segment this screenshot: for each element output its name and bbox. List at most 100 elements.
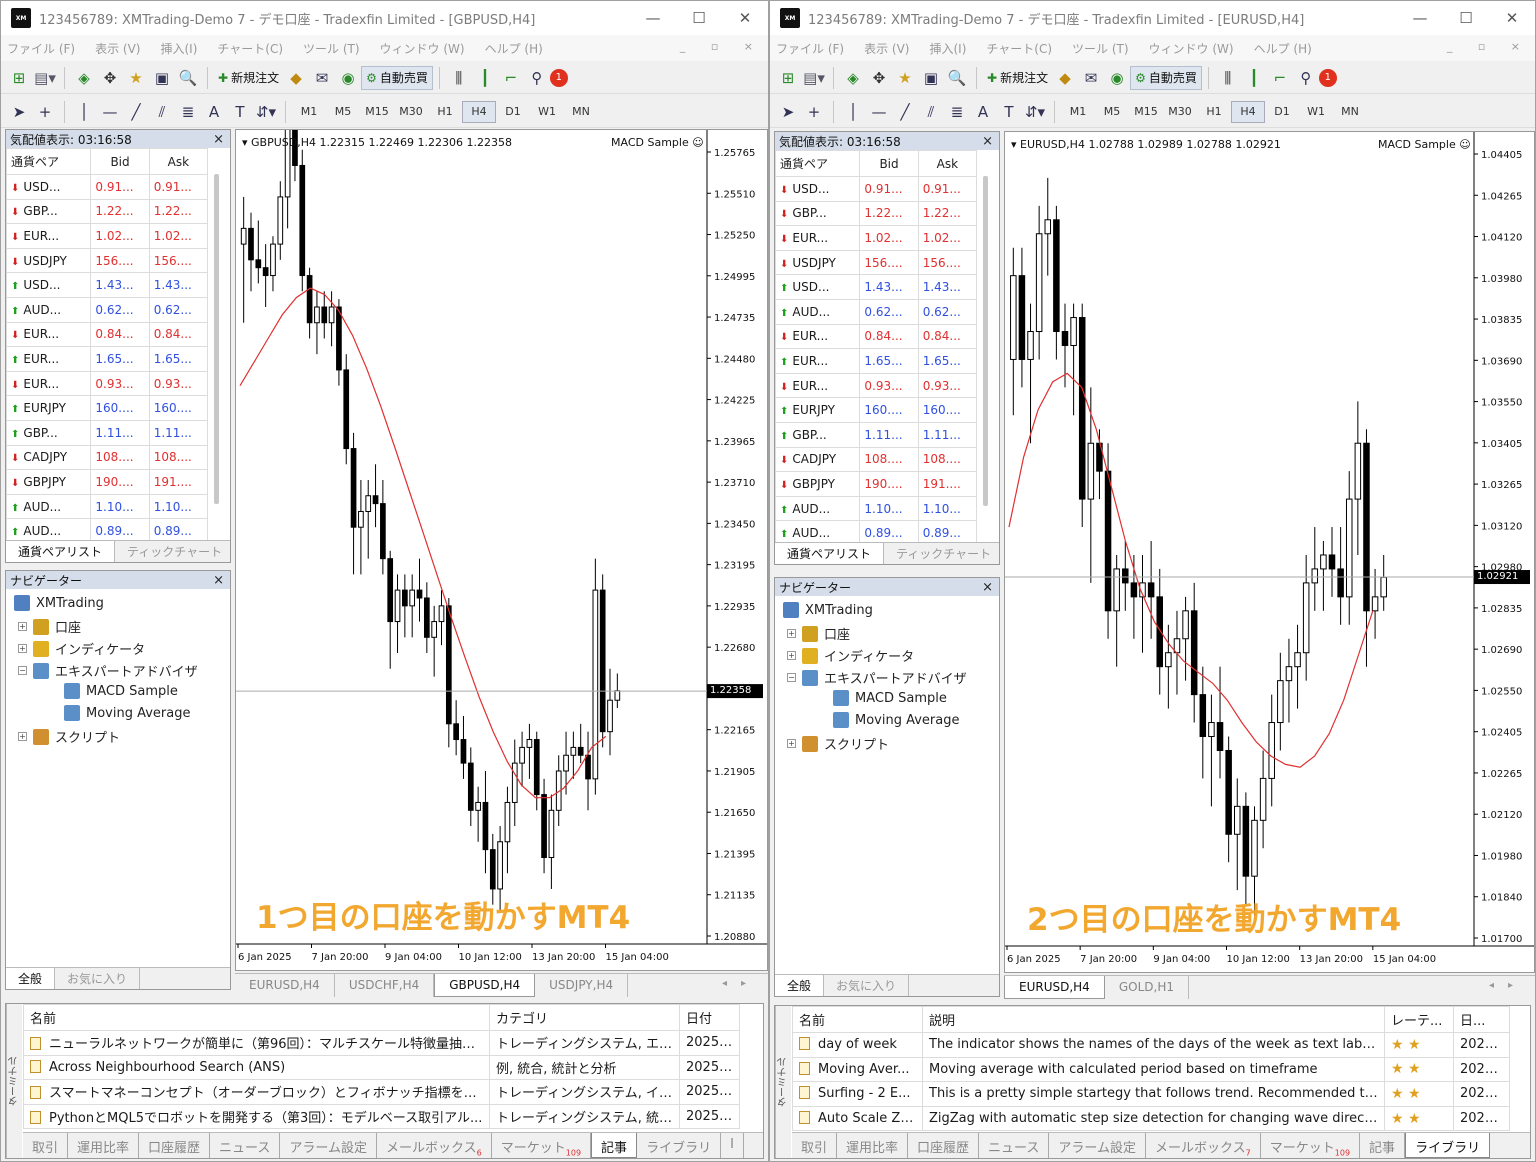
terminal-tab[interactable]: 記事 (591, 1133, 638, 1158)
cursor-icon[interactable]: ➤ (6, 100, 32, 124)
line-chart-icon[interactable]: ⌐ (1267, 66, 1293, 90)
menu-item[interactable]: ツール (T) (303, 40, 360, 57)
terminal-tab[interactable]: ニュース (979, 1133, 1050, 1158)
timeframe-m5-button[interactable]: M5 (326, 105, 360, 118)
tab-favorites[interactable]: お気に入り (55, 968, 141, 989)
terminal-tab[interactable]: 口座履歴 (139, 1133, 211, 1158)
candle-chart-icon[interactable]: ┃ (472, 66, 498, 90)
navigator-icon[interactable]: ★ (123, 66, 149, 90)
timeframe-d1-button[interactable]: D1 (496, 105, 530, 118)
table-row[interactable]: ⬇ EUR... 0.84... 0.84... (775, 323, 978, 350)
expand-icon[interactable]: + (787, 651, 796, 660)
crosshair-icon[interactable]: ✥ (97, 66, 123, 90)
label-icon[interactable]: T (996, 100, 1022, 124)
terminal-tab[interactable]: 取引 (792, 1133, 838, 1158)
table-row[interactable]: ⬆ AUD... 1.10... 1.10... (775, 495, 978, 522)
table-row[interactable]: ニューラルネットワークが簡単に（第96回）：マルチスケール特徴量抽出(... トレ… (23, 1030, 740, 1056)
terminal-tab[interactable]: ライブラリ (637, 1133, 722, 1158)
table-row[interactable]: ⬇ EUR... 0.93... 0.93... (6, 370, 209, 397)
timeframe-h1-button[interactable]: H1 (1197, 105, 1231, 118)
table-row[interactable]: ⬇ EUR... 0.93... 0.93... (775, 372, 978, 399)
menu-item[interactable]: 表示 (V) (864, 40, 909, 57)
minimize-button[interactable]: — (630, 9, 676, 27)
column-header-symbol[interactable]: 通貨ペア (6, 148, 92, 175)
tab-tick-chart[interactable]: ティックチャート (884, 543, 999, 564)
vertical-line-icon[interactable]: │ (840, 100, 866, 124)
chart-tab[interactable]: EURUSD,H4 (235, 974, 335, 997)
timeframe-m30-button[interactable]: M30 (1163, 105, 1197, 118)
tab-tick-chart[interactable]: ティックチャート (115, 541, 230, 562)
arrows-icon[interactable]: ⇵▾ (253, 100, 279, 124)
notification-badge[interactable]: 1 (1318, 68, 1337, 87)
table-row[interactable]: ⬇ GBPJPY 190.... 191.... (6, 469, 209, 495)
table-row[interactable]: ⬆ GBP... 1.11... 1.11... (775, 421, 978, 448)
mailbox-icon[interactable]: ✉ (309, 66, 335, 90)
table-row[interactable]: ⬆ AUD... 1.10... 1.10... (6, 493, 209, 520)
auto-trade-button[interactable]: ⚙ 自動売買 (361, 65, 433, 90)
timeframe-h4-button[interactable]: H4 (1231, 100, 1265, 123)
column-header[interactable]: 日... (1453, 1006, 1510, 1033)
table-row[interactable]: ⬇ GBP... 1.22... 1.22... (775, 200, 978, 227)
table-row[interactable]: ⬇ USDJPY 156.... 156.... (6, 247, 209, 274)
column-header[interactable]: 名前 (792, 1006, 923, 1033)
menu-item[interactable]: ウィンドウ (W) (1149, 40, 1234, 57)
timeframe-m5-button[interactable]: M5 (1095, 105, 1129, 118)
menu-item[interactable]: ツール (T) (1072, 40, 1129, 57)
new-chart-icon[interactable]: ⊞ (775, 66, 801, 90)
timeframe-m30-button[interactable]: M30 (394, 105, 428, 118)
new-order-button[interactable]: ✚ 新規注文 (983, 66, 1052, 90)
dropdown-arrow-icon[interactable]: ▾ (242, 136, 251, 149)
line-chart-icon[interactable]: ⌐ (498, 66, 524, 90)
bar-chart-icon[interactable]: ⫼ (1215, 66, 1241, 90)
search-icon[interactable]: ⚲ (524, 66, 550, 90)
horizontal-line-icon[interactable]: — (866, 100, 892, 124)
timeframe-d1-button[interactable]: D1 (1265, 105, 1299, 118)
terminal-tab[interactable]: 記事 (1360, 1133, 1406, 1158)
data-window-icon[interactable]: ▣ (149, 66, 175, 90)
chart-tab[interactable]: GBPUSD,H4 (434, 974, 536, 997)
strategy-tester-icon[interactable]: 🔍 (944, 66, 970, 90)
table-row[interactable]: ⬇ CADJPY 108.... 108.... (775, 446, 978, 473)
column-header-bid[interactable]: Bid (90, 148, 150, 175)
label-icon[interactable]: T (227, 100, 253, 124)
timeframe-m1-button[interactable]: M1 (1061, 105, 1095, 118)
tab-common[interactable]: 全般 (6, 968, 56, 989)
terminal-tab[interactable]: ニュース (210, 1133, 281, 1158)
column-header-ask[interactable]: Ask (148, 148, 209, 175)
close-icon[interactable]: × (213, 132, 224, 147)
expand-icon[interactable]: + (787, 629, 796, 638)
column-header-ask[interactable]: Ask (917, 150, 978, 177)
table-row[interactable]: ⬆ EURJPY 160.... 160.... (6, 395, 209, 421)
table-row[interactable]: Moving Aver... Moving average with calcul… (792, 1056, 1510, 1083)
close-icon[interactable]: × (982, 134, 993, 149)
nav-moving-average[interactable]: Moving Average (833, 712, 959, 728)
nav-accounts[interactable]: + 口座 (18, 617, 81, 636)
chart-tab-scroll[interactable]: ◂▸ (1489, 980, 1527, 991)
table-row[interactable]: Auto Scale Zi... ZigZag with automatic st… (792, 1105, 1510, 1132)
column-header[interactable]: カテゴリ (489, 1004, 680, 1031)
trendline-icon[interactable]: ╱ (892, 100, 918, 124)
profiles-icon[interactable]: ▤▾ (32, 66, 58, 90)
market-watch-icon[interactable]: ◈ (840, 66, 866, 90)
maximize-button[interactable]: ☐ (1443, 9, 1489, 27)
menu-item[interactable]: 挿入(I) (929, 40, 966, 57)
terminal-tab[interactable]: 運用比率 (68, 1133, 140, 1158)
menu-item[interactable]: ヘルプ (H) (1254, 40, 1312, 57)
terminal-tab[interactable]: アラーム設定 (1049, 1133, 1147, 1158)
chart-tab[interactable]: GOLD,H1 (1105, 976, 1189, 999)
candlestick-chart[interactable]: 1.04405 1.04265 1.04120 1.03980 1.03835 1.036… (1005, 132, 1535, 973)
channel-icon[interactable]: ⫽ (149, 100, 175, 124)
close-button[interactable]: ✕ (722, 9, 768, 27)
candle-chart-icon[interactable]: ┃ (1241, 66, 1267, 90)
table-row[interactable]: スマートマネーコンセプト（オーダーブロック）とフィボナッチ指標を組み合わせ...… (23, 1079, 740, 1105)
menu-item[interactable]: ウィンドウ (W) (380, 40, 465, 57)
terminal-tab[interactable]: アラーム設定 (280, 1133, 378, 1158)
table-row[interactable]: ⬆ AUD... 0.62... 0.62... (775, 298, 978, 325)
menu-item[interactable]: 表示 (V) (95, 40, 140, 57)
close-icon[interactable]: × (213, 573, 224, 588)
navigator-icon[interactable]: ★ (892, 66, 918, 90)
profiles-icon[interactable]: ▤▾ (801, 66, 827, 90)
candlestick-chart[interactable]: 1.25765 1.25510 1.25250 1.24995 1.24735 1.244… (236, 130, 768, 971)
column-header-symbol[interactable]: 通貨ペア (775, 150, 861, 177)
nav-indicators[interactable]: + インディケータ (18, 639, 145, 658)
